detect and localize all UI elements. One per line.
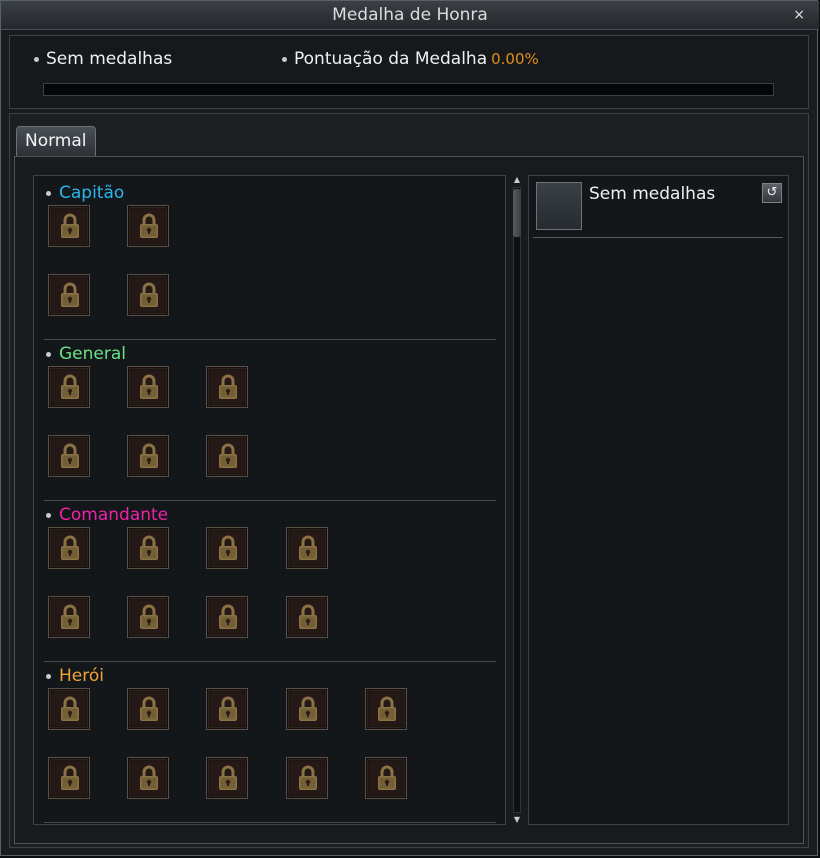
lock-icon xyxy=(60,282,80,308)
lock-icon xyxy=(218,535,238,561)
lock-icon xyxy=(218,696,238,722)
lock-icon xyxy=(139,374,159,400)
category-divider xyxy=(44,661,496,662)
bullet-icon xyxy=(46,673,51,679)
bullet-icon xyxy=(46,351,51,357)
selected-medal-slot[interactable] xyxy=(536,182,582,230)
locked-medal-slot[interactable] xyxy=(206,527,248,569)
locked-medal-slot[interactable] xyxy=(365,688,407,730)
category-label: Capitão xyxy=(46,183,124,203)
lock-icon xyxy=(377,765,397,791)
summary-panel: Sem medalhas Pontuação da Medalha 0.00% xyxy=(9,35,809,109)
category-label: Herói xyxy=(46,666,104,686)
locked-medal-slot[interactable] xyxy=(48,274,90,316)
bullet-icon xyxy=(282,56,287,62)
locked-medal-slot[interactable] xyxy=(48,435,90,477)
details-divider xyxy=(533,237,783,238)
bullet-icon xyxy=(46,190,51,196)
lock-icon xyxy=(218,765,238,791)
category-divider xyxy=(44,822,496,823)
lock-icon xyxy=(60,696,80,722)
selected-medal-label: Sem medalhas xyxy=(589,184,716,204)
lock-icon xyxy=(139,535,159,561)
locked-medal-slot[interactable] xyxy=(206,435,248,477)
category-label: Comandante xyxy=(46,505,168,525)
tab-content: Capitão General Comandante Herói ▲ ▼ Sem me… xyxy=(14,156,804,844)
lock-icon xyxy=(139,213,159,239)
lock-icon xyxy=(139,604,159,630)
medals-status-text: Sem medalhas xyxy=(46,49,173,69)
locked-medal-slot[interactable] xyxy=(48,527,90,569)
medal-list[interactable]: Capitão General Comandante Herói xyxy=(33,175,506,825)
scroll-up-arrow-icon[interactable]: ▲ xyxy=(512,175,522,185)
locked-medal-slot[interactable] xyxy=(127,596,169,638)
lock-icon xyxy=(218,443,238,469)
locked-medal-slot[interactable] xyxy=(206,688,248,730)
locked-medal-slot[interactable] xyxy=(365,757,407,799)
category-name: Capitão xyxy=(59,183,125,203)
category-divider xyxy=(44,339,496,340)
locked-medal-slot[interactable] xyxy=(127,205,169,247)
lock-icon xyxy=(60,213,80,239)
lock-icon xyxy=(60,765,80,791)
locked-medal-slot[interactable] xyxy=(286,527,328,569)
medal-list-scrollbar[interactable]: ▲ ▼ xyxy=(510,175,524,825)
score-progress-bar xyxy=(43,83,774,96)
locked-medal-slot[interactable] xyxy=(206,757,248,799)
lock-icon xyxy=(139,282,159,308)
lock-icon xyxy=(60,604,80,630)
locked-medal-slot[interactable] xyxy=(286,596,328,638)
lock-icon xyxy=(60,374,80,400)
locked-medal-slot[interactable] xyxy=(127,366,169,408)
locked-medal-slot[interactable] xyxy=(48,757,90,799)
lock-icon xyxy=(298,535,318,561)
lock-icon xyxy=(139,765,159,791)
locked-medal-slot[interactable] xyxy=(286,688,328,730)
locked-medal-slot[interactable] xyxy=(127,527,169,569)
scroll-track[interactable] xyxy=(513,187,521,813)
category-name: Herói xyxy=(59,666,104,686)
medal-window: Medalha de Honra × Sem medalhas Pontuaçã… xyxy=(0,0,819,856)
category-name: General xyxy=(59,344,126,364)
lock-icon xyxy=(60,443,80,469)
title-bar[interactable]: Medalha de Honra × xyxy=(1,1,819,30)
score-info: Pontuação da Medalha 0.00% xyxy=(282,49,539,69)
lock-icon xyxy=(218,374,238,400)
lock-icon xyxy=(60,535,80,561)
lock-icon xyxy=(298,696,318,722)
bullet-icon xyxy=(46,512,51,518)
lock-icon xyxy=(298,604,318,630)
score-label: Pontuação da Medalha xyxy=(294,49,488,69)
locked-medal-slot[interactable] xyxy=(127,435,169,477)
locked-medal-slot[interactable] xyxy=(127,688,169,730)
bullet-icon xyxy=(34,56,39,62)
scroll-down-arrow-icon[interactable]: ▼ xyxy=(512,815,522,825)
scroll-thumb[interactable] xyxy=(513,189,521,237)
locked-medal-slot[interactable] xyxy=(48,366,90,408)
medals-status: Sem medalhas xyxy=(34,49,172,69)
locked-medal-slot[interactable] xyxy=(127,757,169,799)
locked-medal-slot[interactable] xyxy=(286,757,328,799)
locked-medal-slot[interactable] xyxy=(206,366,248,408)
lock-icon xyxy=(298,765,318,791)
score-percent: 0.00% xyxy=(491,50,539,68)
lock-icon xyxy=(218,604,238,630)
category-label: General xyxy=(46,344,126,364)
locked-medal-slot[interactable] xyxy=(48,688,90,730)
lock-icon xyxy=(139,696,159,722)
lock-icon xyxy=(377,696,397,722)
tab-normal[interactable]: Normal xyxy=(16,126,96,156)
locked-medal-slot[interactable] xyxy=(48,205,90,247)
main-panel: Normal Capitão General Comandante Herói ▲ ▼… xyxy=(9,113,809,848)
window-title: Medalha de Honra xyxy=(332,5,488,25)
refresh-icon[interactable]: ↺ xyxy=(762,183,782,203)
close-button[interactable]: × xyxy=(793,7,805,23)
locked-medal-slot[interactable] xyxy=(127,274,169,316)
lock-icon xyxy=(139,443,159,469)
locked-medal-slot[interactable] xyxy=(48,596,90,638)
locked-medal-slot[interactable] xyxy=(206,596,248,638)
category-divider xyxy=(44,500,496,501)
medal-details-panel: Sem medalhas ↺ xyxy=(528,175,789,825)
category-name: Comandante xyxy=(59,505,169,525)
